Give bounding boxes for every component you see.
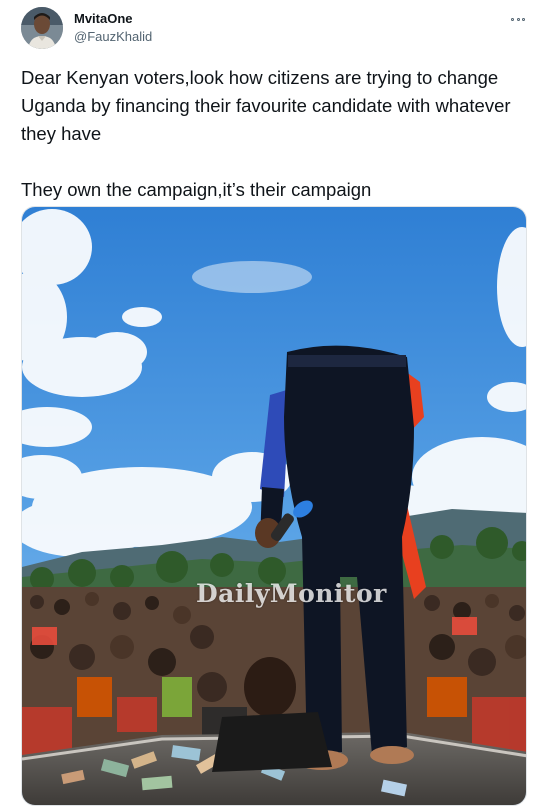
- tweet-text: Dear Kenyan voters,look how citizens are…: [21, 67, 511, 200]
- tweet-photo[interactable]: DailyMonitor: [21, 206, 527, 806]
- avatar[interactable]: [21, 7, 63, 49]
- username-handle[interactable]: @FauzKhalid: [74, 29, 152, 44]
- media-watermark: DailyMonitor: [196, 579, 387, 608]
- display-name[interactable]: MvitaOne: [74, 11, 133, 26]
- tweet: MvitaOne @FauzKhalid Dear Kenyan voters,…: [0, 0, 546, 806]
- more-horizontal-icon[interactable]: [508, 12, 528, 26]
